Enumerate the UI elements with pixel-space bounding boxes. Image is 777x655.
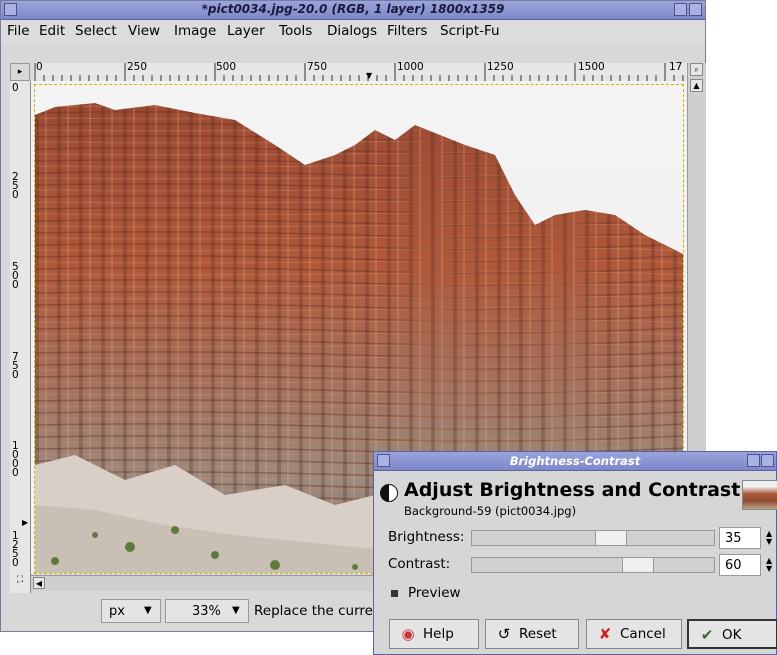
contrast-spinbutton[interactable]: 60 [719,554,761,576]
brightness-label: Brightness: [388,529,465,545]
vruler-label: 0 [12,82,19,94]
menu-layer[interactable]: Layer [227,23,265,39]
dialog-window-title: Brightness-Contrast [509,454,641,468]
menu-tools[interactable]: Tools [279,23,312,39]
hruler-label: 1250 [487,61,514,73]
horizontal-ruler[interactable]: 0 250 500 750 1000 1250 1500 17 ▼ [33,61,687,82]
preview-label[interactable]: Preview [408,585,461,601]
dialog-heading: Adjust Brightness and Contrast [404,479,741,501]
preview-checkbox[interactable] [391,590,398,597]
contrast-slider[interactable] [471,557,715,573]
close-icon[interactable] [689,3,702,16]
scroll-left-icon[interactable]: ◀ [33,577,45,589]
ok-button[interactable]: ✔ OK [687,619,777,649]
cancel-button[interactable]: ✘ Cancel [586,619,682,649]
contrast-spin-arrows-icon[interactable]: ▲ ▼ [766,557,772,573]
vertical-ruler[interactable]: 0 250 500 750 1000 1250 ▶ [10,81,31,593]
image-window-titlebar[interactable]: *pict0034.jpg-20.0 (RGB, 1 layer) 1800x1… [1,1,705,20]
menu-script-fu[interactable]: Script-Fu [440,23,500,39]
ok-icon: ✔ [700,626,714,644]
brightness-spinbutton[interactable]: 35 [719,527,761,549]
zoom-value: 33% [192,604,221,619]
menu-filters[interactable]: Filters [387,23,427,39]
vruler-label: 1250 [12,530,19,569]
hruler-label: 500 [216,61,237,73]
vruler-label: 250 [12,171,19,201]
help-button[interactable]: ◉ Help [389,619,479,649]
hruler-label: 17 [669,61,683,73]
layer-thumbnail [742,480,777,510]
hruler-label: 1500 [578,61,605,73]
brightness-contrast-dialog: Brightness-Contrast Adjust Brightness an… [373,451,777,655]
close-icon[interactable] [761,454,774,467]
reset-button[interactable]: ↺ Reset [485,619,579,649]
chevron-down-icon: ▼ [144,605,152,616]
window-title: *pict0034.jpg-20.0 (RGB, 1 layer) 1800x1… [201,2,505,16]
navigate-icon[interactable]: ⛶ [10,575,30,590]
brightness-slider-handle[interactable] [595,531,627,545]
brightness-spin-arrows-icon[interactable]: ▲ ▼ [766,530,772,546]
maximize-icon[interactable] [747,454,760,467]
menu-edit[interactable]: Edit [39,23,65,39]
vruler-label: 750 [12,351,19,381]
hruler-label: 0 [36,61,43,73]
vruler-label: 500 [12,261,19,291]
contrast-slider-handle[interactable] [622,558,654,572]
zoom-icon[interactable]: ⌕ [690,63,703,76]
status-message: Replace the curren [254,603,382,619]
contrast-value: 60 [725,558,742,573]
hruler-label: 750 [307,61,328,73]
brightness-contrast-icon [380,484,398,502]
contrast-label: Contrast: [388,556,451,572]
cancel-icon: ✘ [598,625,612,643]
zoom-selector[interactable]: 33% ▼ [165,599,249,623]
pointer-position-marker-icon: ▼ [366,71,373,80]
maximize-icon[interactable] [674,3,687,16]
help-icon: ◉ [401,625,415,643]
menu-select[interactable]: Select [75,23,117,39]
hruler-label: 1000 [397,61,424,73]
menu-image[interactable]: Image [174,23,216,39]
chevron-down-icon: ▼ [232,605,240,616]
cancel-button-label: Cancel [620,626,666,642]
scroll-up-icon[interactable]: ▲ [690,79,703,92]
menu-view[interactable]: View [128,23,160,39]
brightness-value: 35 [725,531,742,546]
brightness-slider[interactable] [471,530,715,546]
vertical-pointer-marker-icon: ▶ [22,518,29,527]
reset-icon: ↺ [497,625,511,643]
dialog-titlebar[interactable]: Brightness-Contrast [374,452,776,471]
quick-mask-toggle-icon[interactable]: ▸ [10,63,30,81]
reset-button-label: Reset [519,626,557,642]
help-button-label: Help [423,626,454,642]
menu-file[interactable]: File [7,23,30,39]
unit-value: px [109,604,125,619]
vruler-label: 1000 [12,440,19,479]
ok-button-label: OK [722,627,742,643]
menubar: File Edit Select View Image Layer Tools … [1,20,705,42]
hruler-label: 250 [127,61,148,73]
unit-selector[interactable]: px ▼ [101,599,161,623]
dialog-subtitle: Background-59 (pict0034.jpg) [404,504,577,518]
menu-dialogs[interactable]: Dialogs [327,23,377,39]
